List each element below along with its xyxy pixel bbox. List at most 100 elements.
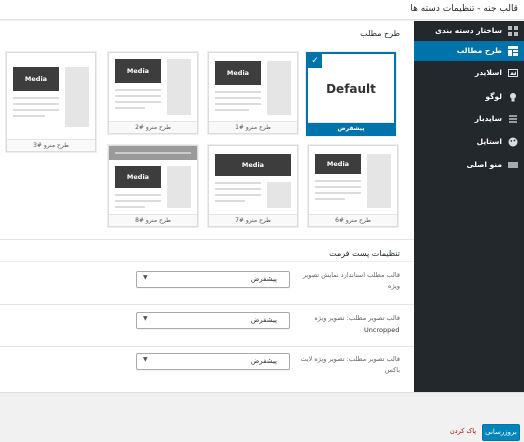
checkmark-icon: ✓ bbox=[308, 54, 322, 68]
text-line bbox=[215, 182, 261, 184]
layout-card-2[interactable]: Media طرح منرو #2 bbox=[108, 52, 198, 134]
layout-caption: طرح منرو #2 bbox=[109, 121, 197, 133]
sidebar-item-logo[interactable]: لوگو bbox=[414, 87, 524, 107]
sidebar-item-label: منو اصلی bbox=[466, 160, 503, 169]
section-divider bbox=[0, 261, 414, 262]
sidebar-block bbox=[65, 67, 89, 127]
sidebar-item-category-structure[interactable]: ساختار دسته بندی bbox=[414, 21, 524, 41]
sidebar-item-sidebar[interactable]: سایدبار bbox=[414, 109, 524, 129]
default-thumb-text: Default bbox=[326, 82, 376, 96]
layout-caption: پیشفرض bbox=[308, 122, 394, 134]
text-line bbox=[115, 194, 161, 196]
layout-card-7[interactable]: Media طرح منرو #7 bbox=[208, 145, 298, 227]
layout-thumb: Media bbox=[209, 146, 297, 214]
layout-thumb: Media bbox=[209, 53, 297, 121]
text-line bbox=[115, 206, 145, 208]
sidebar-item-label: اسلایدر bbox=[474, 68, 502, 77]
layout-card-3[interactable]: Media طرح منرو #3 bbox=[6, 52, 96, 152]
sidebar-item-label: سایدبار bbox=[474, 114, 502, 123]
palette-icon bbox=[508, 137, 518, 147]
dropdown-arrow-icon: ▼ bbox=[143, 274, 148, 281]
page-title: قالب جنه - تنظیمات دسته ها bbox=[410, 4, 518, 14]
menu-icon bbox=[508, 160, 518, 170]
row-divider bbox=[0, 346, 414, 347]
layout-card-default[interactable]: Default ✓ پیشفرض bbox=[306, 52, 396, 136]
dropdown-arrow-icon: ▼ bbox=[143, 315, 148, 322]
sidebar-item-post-layout[interactable]: طرح مطالب bbox=[414, 41, 524, 61]
dropdown-arrow-icon: ▼ bbox=[143, 356, 148, 363]
layout-card-6[interactable]: Media طرح منرو #6 bbox=[308, 145, 398, 227]
header-line bbox=[115, 152, 191, 154]
layout-card-1[interactable]: Media طرح منرو #1 bbox=[208, 52, 298, 134]
sidebar-block bbox=[367, 154, 391, 208]
sidebar-item-label: ساختار دسته بندی bbox=[435, 26, 502, 35]
text-line bbox=[315, 186, 361, 188]
sidebar-item-label: لوگو bbox=[485, 92, 502, 101]
layout-caption: طرح منرو #7 bbox=[209, 214, 297, 226]
text-line bbox=[215, 200, 245, 202]
select-value: پیشفرض bbox=[250, 275, 277, 283]
text-line bbox=[13, 115, 45, 117]
sidebar-block bbox=[267, 182, 291, 208]
row-label-standard: قالب مطلب استاندارد نمایش تصویر ویژه bbox=[302, 271, 400, 290]
sidebar-block bbox=[167, 166, 191, 208]
layout-thumb: Media bbox=[109, 146, 197, 214]
sidebar-block bbox=[267, 61, 291, 115]
lightbulb-icon bbox=[508, 92, 518, 102]
sidebar-item-label: استایل bbox=[476, 137, 502, 146]
sidebar-icon bbox=[508, 114, 518, 124]
layout-caption: طرح منرو #6 bbox=[309, 214, 397, 226]
text-line bbox=[315, 180, 361, 182]
text-line bbox=[315, 198, 345, 200]
text-line bbox=[215, 97, 261, 99]
sidebar-item-label: طرح مطالب bbox=[456, 46, 502, 55]
text-line bbox=[13, 103, 59, 105]
post-format-section-title: تنظیمات پست فرمت bbox=[329, 249, 400, 258]
text-line bbox=[215, 103, 261, 105]
media-block: Media bbox=[115, 166, 161, 188]
sidebar-item-main-menu[interactable]: منو اصلی bbox=[414, 155, 524, 175]
media-block: Media bbox=[215, 61, 261, 85]
footer-bar: پاک کردن بروزرسانی bbox=[0, 392, 524, 442]
sidebar-item-style[interactable]: استایل bbox=[414, 132, 524, 152]
text-line bbox=[115, 89, 161, 91]
text-line bbox=[215, 194, 261, 196]
section-divider bbox=[0, 239, 414, 240]
select-value: پیشفرض bbox=[250, 316, 277, 324]
layout-caption: طرح منرو #8 bbox=[109, 214, 197, 226]
layout-thumb: Media bbox=[309, 146, 397, 214]
text-line bbox=[115, 107, 145, 109]
text-line bbox=[115, 200, 161, 202]
media-block: Media bbox=[115, 59, 161, 83]
grid-icon bbox=[508, 26, 518, 36]
reset-button[interactable]: پاک کردن bbox=[450, 427, 476, 435]
select-standard[interactable]: پیشفرض ▼ bbox=[136, 271, 290, 288]
layout-thumb: Media bbox=[7, 53, 95, 139]
text-line bbox=[13, 97, 59, 99]
layout-caption: طرح منرو #1 bbox=[209, 121, 297, 133]
text-line bbox=[215, 91, 261, 93]
sidebar-item-slider[interactable]: اسلایدر bbox=[414, 63, 524, 83]
select-featured[interactable]: پیشفرض ▼ bbox=[136, 312, 290, 329]
main-panel: طرح مطلب Default ✓ پیشفرض Media طرح منرو… bbox=[0, 21, 414, 392]
layout-card-8[interactable]: Media طرح منرو #8 bbox=[108, 145, 198, 227]
text-line bbox=[215, 188, 261, 190]
media-block: Media bbox=[13, 67, 59, 91]
text-line bbox=[13, 109, 59, 111]
select-value: پیشفرض bbox=[250, 357, 277, 365]
layout-caption: طرح منرو #3 bbox=[7, 139, 95, 151]
media-block: Media bbox=[315, 154, 361, 174]
slider-icon bbox=[508, 68, 518, 78]
select-lightbox[interactable]: پیشفرض ▼ bbox=[136, 353, 290, 370]
row-sub-featured: Uncropped bbox=[364, 326, 400, 334]
row-label-lightbox: قالب تصویر مطلب: تصویر ویژه لایت باکس bbox=[300, 355, 400, 374]
text-line bbox=[315, 192, 361, 194]
text-line bbox=[215, 109, 249, 111]
layout-thumb: Media bbox=[109, 53, 197, 121]
media-block: Media bbox=[215, 154, 291, 176]
layout-icon bbox=[508, 46, 518, 56]
text-line bbox=[115, 101, 161, 103]
row-label-featured: قالب تصویر مطلب: تصویر ویژه bbox=[314, 314, 400, 322]
save-button[interactable]: بروزرسانی bbox=[482, 424, 520, 441]
sidebar: ساختار دسته بندی طرح مطالب اسلایدر لوگو … bbox=[414, 21, 524, 392]
